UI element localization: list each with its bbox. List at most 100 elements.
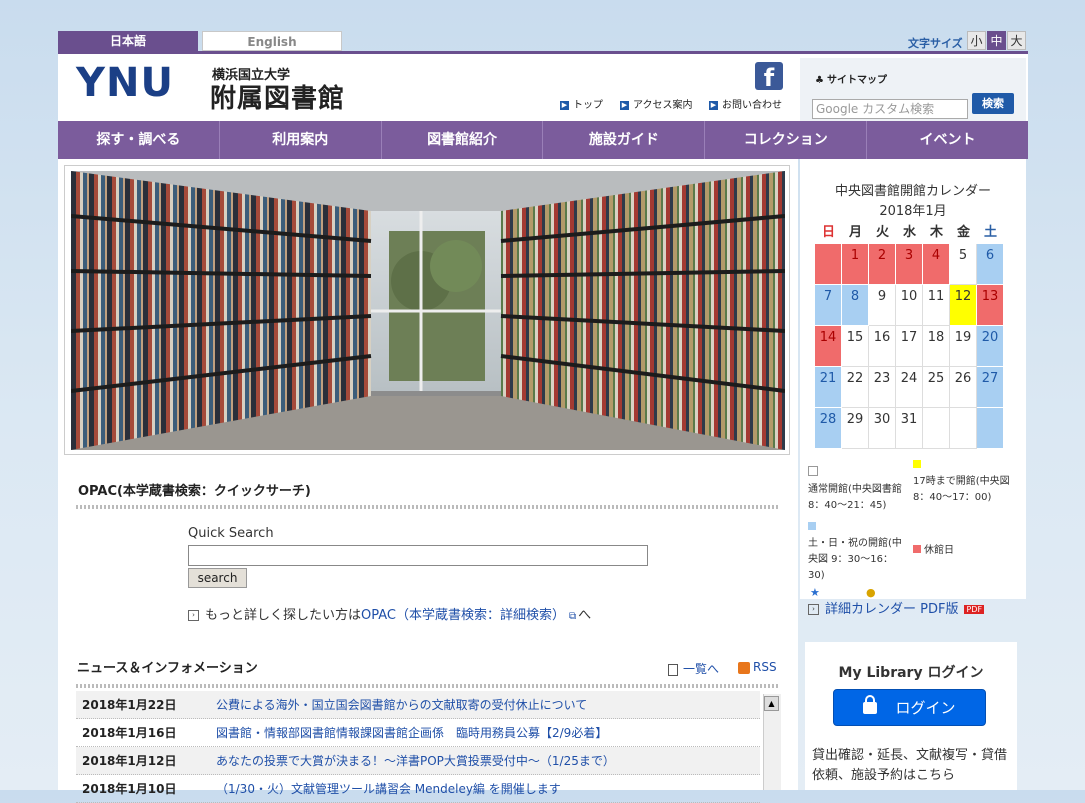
- list-icon: [668, 663, 678, 676]
- calendar-grid: 日月火水木金土 1 2 3 4 5 6 7 8 9 10 11 12 13 14 15 16 17 18 19 20 21…: [815, 222, 1005, 449]
- calendar-day: [815, 244, 842, 285]
- lock-icon: [863, 694, 878, 714]
- arrow-right-icon: ▶: [709, 100, 718, 110]
- calendar-day[interactable]: 5: [950, 244, 977, 285]
- calendar-day[interactable]: 29: [842, 408, 869, 449]
- legend-weekend-label: 土・日・祝の開館(中央図 9：30～16：30): [808, 538, 902, 581]
- font-size-medium-button[interactable]: 中: [987, 31, 1006, 50]
- sitemap-link[interactable]: ♣ サイトマップ: [815, 71, 887, 86]
- arrow-right-icon: ›: [188, 610, 199, 621]
- calendar-title: 中央図書館開館カレンダー: [834, 184, 991, 199]
- calendar-day[interactable]: 16: [869, 326, 896, 367]
- calendar-day[interactable]: 18: [923, 326, 950, 367]
- calendar-day[interactable]: 11: [923, 285, 950, 326]
- logo-library-name[interactable]: 附属図書館: [210, 78, 345, 115]
- calendar-day[interactable]: 6: [977, 244, 1004, 285]
- calendar-day[interactable]: 19: [950, 326, 977, 367]
- news-list: 2018年1月22日 公費による海外・国立国会図書館からの文献取寄の受付休止につ…: [76, 691, 760, 803]
- nav-item-guide[interactable]: 利用案内: [220, 121, 382, 159]
- opac-detail-link-row: › もっと詳しく探したい方はOPAC（本学蔵書検索：詳細検索） ⧉ へ: [188, 604, 591, 623]
- nav-item-about[interactable]: 図書館紹介: [382, 121, 544, 159]
- calendar-day: [977, 408, 1004, 449]
- calendar-weekday: 水: [902, 225, 916, 240]
- access-link[interactable]: ▶ アクセス案内: [620, 96, 693, 111]
- calendar-day[interactable]: 22: [842, 367, 869, 408]
- calendar-day[interactable]: 9: [869, 285, 896, 326]
- site-search-button[interactable]: 検索: [972, 93, 1014, 114]
- scroll-up-icon[interactable]: ▲: [764, 696, 779, 711]
- ynu-logo[interactable]: YNU: [76, 60, 174, 106]
- calendar-day[interactable]: 30: [869, 408, 896, 449]
- calendar-pdf-link[interactable]: › 詳細カレンダー PDF版 PDF: [808, 598, 985, 617]
- legend-swatch: [913, 545, 921, 553]
- calendar-day[interactable]: 4: [923, 244, 950, 285]
- calendar-day[interactable]: 23: [869, 367, 896, 408]
- calendar-day[interactable]: 15: [842, 326, 869, 367]
- font-size-label: 文字サイズ: [908, 37, 963, 50]
- font-size-small-button[interactable]: 小: [967, 31, 986, 50]
- calendar-day[interactable]: 10: [896, 285, 923, 326]
- font-size-large-button[interactable]: 大: [1007, 31, 1026, 50]
- calendar-day[interactable]: 17: [896, 326, 923, 367]
- news-item[interactable]: 2018年1月12日 あなたの投票で大賞が決まる！～洋書POP大賞投票受付中～（…: [76, 747, 760, 775]
- arrow-right-icon: ▶: [560, 100, 569, 110]
- opac-title: OPAC(本学蔵書検索：クイックサーチ): [78, 484, 311, 499]
- legend-swatch: [913, 460, 921, 468]
- calendar-day[interactable]: 2: [869, 244, 896, 285]
- nav-item-search[interactable]: 探す・調べる: [58, 121, 220, 159]
- login-button-label: ログイン: [895, 699, 956, 717]
- tab-english[interactable]: English: [202, 31, 342, 51]
- top-link[interactable]: ▶ トップ: [560, 96, 603, 111]
- calendar-day[interactable]: 7: [815, 285, 842, 326]
- rss-label: RSS: [753, 660, 777, 674]
- login-button[interactable]: ログイン: [833, 689, 986, 726]
- facebook-icon[interactable]: f: [755, 62, 783, 92]
- news-list-label: 一覧へ: [683, 662, 720, 676]
- opac-detail-link[interactable]: OPAC（本学蔵書検索：詳細検索）: [361, 608, 565, 623]
- tab-japanese[interactable]: 日本語: [58, 31, 198, 51]
- nav-item-events[interactable]: イベント: [867, 121, 1028, 159]
- news-link[interactable]: あなたの投票で大賞が決まる！～洋書POP大賞投票受付中～（1/25まで）: [216, 752, 615, 769]
- news-item[interactable]: 2018年1月10日 （1/30・火）文献管理ツール講習会 Mendeley編 …: [76, 775, 760, 803]
- quick-search-button[interactable]: search: [188, 568, 247, 588]
- calendar-day: [950, 408, 977, 449]
- calendar-day[interactable]: 13: [977, 285, 1004, 326]
- news-link[interactable]: 図書館・情報部図書館情報課図書館企画係 臨時用務員公募【2/9必着】: [216, 724, 607, 741]
- calendar-day[interactable]: 14: [815, 326, 842, 367]
- main-nav: 探す・調べる 利用案内 図書館紹介 施設ガイド コレクション イベント: [58, 121, 1028, 159]
- contact-link[interactable]: ▶ お問い合わせ: [709, 96, 782, 111]
- calendar-day[interactable]: 12: [950, 285, 977, 326]
- legend-closed-label: 休館日: [924, 545, 954, 556]
- news-date: 2018年1月22日: [82, 698, 177, 712]
- nav-item-facilities[interactable]: 施設ガイド: [543, 121, 706, 159]
- news-link[interactable]: 公費による海外・国立国会図書館からの文献取寄の受付休止について: [216, 696, 587, 713]
- calendar-day[interactable]: 28: [815, 408, 842, 449]
- news-item[interactable]: 2018年1月16日 図書館・情報部図書館情報課図書館企画係 臨時用務員公募【2…: [76, 719, 760, 747]
- news-date: 2018年1月10日: [82, 782, 177, 796]
- news-item[interactable]: 2018年1月22日 公費による海外・国立国会図書館からの文献取寄の受付休止につ…: [76, 691, 760, 719]
- calendar-day[interactable]: 1: [842, 244, 869, 285]
- quick-search-input[interactable]: [188, 545, 648, 566]
- calendar-day[interactable]: 24: [896, 367, 923, 408]
- legend-normal-label: 通常開館(中央図書館 8：40～21：45): [808, 484, 902, 511]
- calendar-day[interactable]: 21: [815, 367, 842, 408]
- rss-link[interactable]: RSS: [738, 660, 777, 674]
- calendar-weekday: 土: [983, 225, 997, 240]
- my-library-description[interactable]: 貸出確認・延長、文献複写・貸借依頼、施設予約はこちら: [812, 746, 1017, 786]
- access-link-label: アクセス案内: [633, 100, 693, 111]
- arrow-right-icon: ›: [808, 604, 819, 615]
- calendar-day[interactable]: 3: [896, 244, 923, 285]
- news-list-link[interactable]: 一覧へ: [668, 660, 719, 677]
- calendar-weekday: 日: [821, 225, 835, 240]
- rss-icon: [738, 661, 750, 674]
- calendar-month: 2018年1月: [879, 204, 947, 219]
- nav-item-collection[interactable]: コレクション: [705, 121, 868, 159]
- site-search-input[interactable]: Google カスタム検索: [812, 99, 968, 119]
- calendar-day[interactable]: 27: [977, 367, 1004, 408]
- calendar-day[interactable]: 31: [896, 408, 923, 449]
- news-link[interactable]: （1/30・火）文献管理ツール講習会 Mendeley編 を開催します: [216, 780, 561, 797]
- calendar-day[interactable]: 26: [950, 367, 977, 408]
- calendar-day[interactable]: 20: [977, 326, 1004, 367]
- calendar-day[interactable]: 25: [923, 367, 950, 408]
- calendar-day[interactable]: 8: [842, 285, 869, 326]
